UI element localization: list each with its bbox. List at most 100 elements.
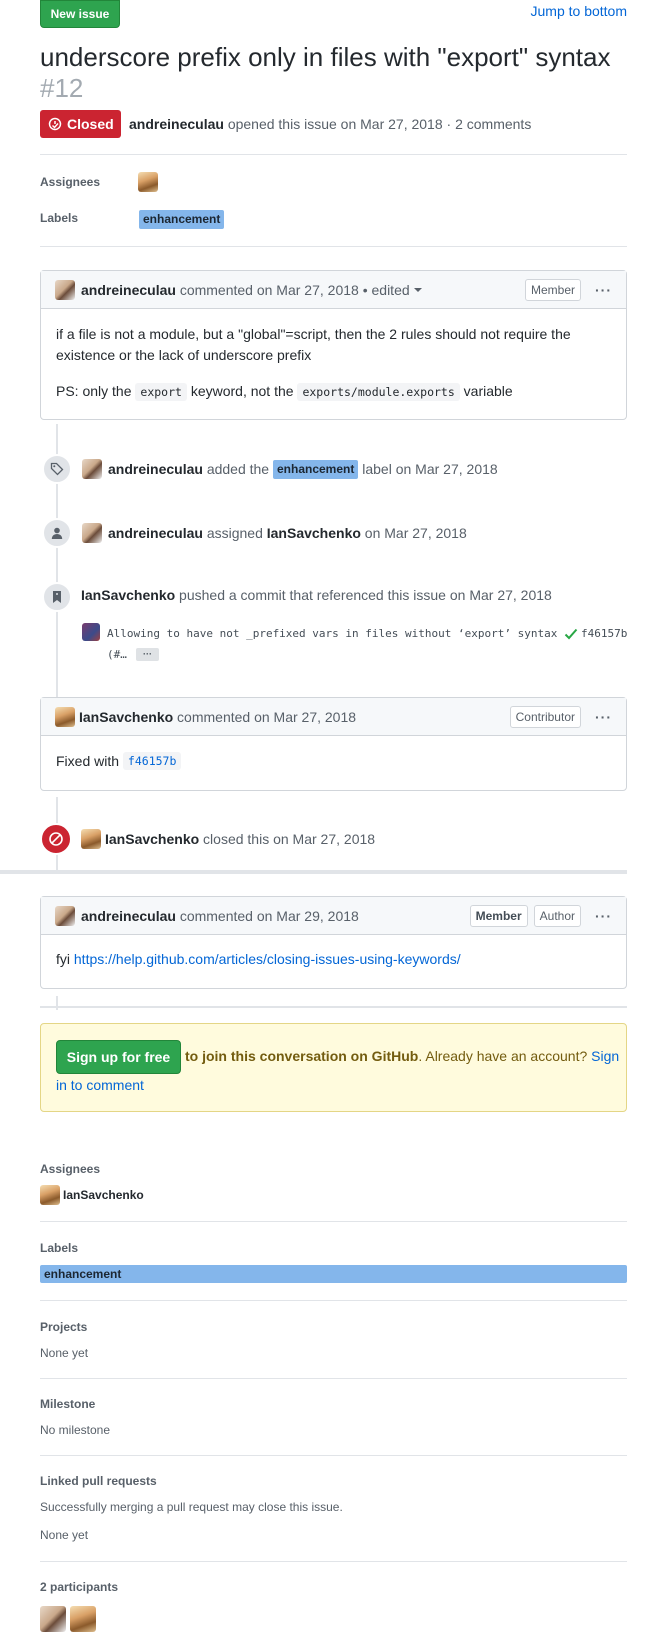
comment-text: Fixed with	[56, 753, 120, 769]
commit-sha-link[interactable]: f46157b	[581, 627, 627, 640]
comment-menu-icon[interactable]: ···	[595, 908, 612, 924]
assignees-heading: Assignees	[40, 175, 101, 189]
sidebar-linked-desc: Successfully merging a pull request may …	[40, 1500, 343, 1514]
labels-heading: Labels	[40, 211, 79, 225]
sidebar-milestone-heading[interactable]: Milestone	[40, 1397, 95, 1411]
comment-author[interactable]: andreineculau	[81, 282, 176, 298]
chevron-down-icon	[413, 287, 422, 292]
event-actor[interactable]: andreineculau	[108, 525, 203, 541]
sidebar-milestone-value: No milestone	[40, 1423, 111, 1437]
new-issue-label: New issue	[50, 7, 110, 21]
author-avatar[interactable]	[55, 279, 75, 300]
comment-timestamp[interactable]: commented on Mar 29, 2018	[180, 908, 359, 924]
issue-opened-meta: andreineculau opened this issue on Mar 2…	[129, 116, 531, 132]
member-badge: Member	[524, 278, 581, 301]
divider	[40, 1221, 627, 1222]
comment-author[interactable]: andreineculau	[81, 908, 176, 924]
sidebar-participants-heading: 2 participants	[40, 1580, 119, 1594]
ps-text: PS: only the	[56, 383, 132, 399]
edited-indicator[interactable]: • edited	[363, 282, 410, 298]
check-icon	[564, 628, 578, 640]
event-closed: IanSavchenko closed this on Mar 27, 2018	[81, 829, 375, 849]
comment-box: andreineculau commented on Mar 27, 2018 …	[40, 270, 627, 420]
sidebar-assignees-heading[interactable]: Assignees	[40, 1162, 100, 1176]
label-enhancement[interactable]: enhancement	[273, 459, 359, 479]
ps-text: variable	[463, 383, 513, 399]
person-icon	[42, 518, 72, 548]
event-actor[interactable]: IanSavchenko	[105, 831, 199, 847]
issue-closed-icon	[48, 117, 62, 131]
signin-link-cont[interactable]: in to comment	[56, 1077, 144, 1093]
event-action: added the	[206, 461, 270, 477]
sidebar-labels-heading[interactable]: Labels	[40, 1241, 78, 1255]
event-time: on Mar 27, 2018	[273, 831, 376, 847]
comment-timestamp[interactable]: commented on Mar 27, 2018	[177, 709, 356, 725]
member-badge: Member	[469, 904, 528, 927]
event-time: on Mar 27, 2018	[364, 525, 467, 541]
contributor-badge: Contributor	[509, 705, 581, 728]
sidebar-linked-heading[interactable]: Linked pull requests	[40, 1474, 157, 1488]
label-enhancement[interactable]: enhancement	[139, 210, 225, 229]
event-action: assigned	[206, 525, 263, 541]
comment-menu-icon[interactable]: ···	[595, 282, 612, 298]
event-assigned: andreineculau assigned IanSavchenko on M…	[82, 523, 467, 543]
new-issue-button[interactable]: New issue	[40, 0, 120, 28]
divider	[40, 1455, 627, 1456]
issue-opened-text: opened this issue on Mar 27, 2018 · 2 co…	[227, 116, 532, 132]
issue-author-link[interactable]: andreineculau	[129, 116, 224, 132]
comment-header: IanSavchenko commented on Mar 27, 2018 C…	[41, 698, 626, 736]
jump-to-bottom-link[interactable]: Jump to bottom	[531, 3, 628, 19]
closed-state-badge: Closed	[40, 110, 121, 138]
commit-sha-link[interactable]: f46157b	[122, 752, 182, 770]
comment-text-line: existence or the lack of underscore pref…	[56, 347, 312, 363]
signup-text-mid: . Already have an account?	[418, 1048, 588, 1064]
comment-menu-icon[interactable]: ···	[595, 709, 612, 725]
signup-button[interactable]: Sign up for free	[56, 1040, 181, 1074]
event-actor[interactable]: andreineculau	[108, 461, 203, 477]
author-badge: Author	[533, 904, 581, 927]
commit-message[interactable]: Allowing to have not _prefixed vars in f…	[107, 627, 557, 640]
participant-avatar[interactable]	[40, 1606, 66, 1632]
signup-button-label: Sign up for free	[66, 1049, 171, 1065]
issue-title: underscore prefix only in files with "ex…	[40, 42, 630, 104]
event-actor[interactable]: IanSavchenko	[81, 587, 175, 603]
event-time: label on Mar 27, 2018	[362, 461, 498, 477]
event-target[interactable]: IanSavchenko	[267, 525, 361, 541]
commit-author-avatar[interactable]	[82, 623, 100, 641]
author-avatar[interactable]	[55, 905, 75, 926]
actor-avatar[interactable]	[81, 829, 101, 849]
sidebar-label-enhancement[interactable]: enhancement	[40, 1265, 627, 1283]
timeline-end-line	[40, 1006, 627, 1008]
sidebar-assignee[interactable]: IanSavchenko	[40, 1185, 144, 1205]
sidebar-projects-heading[interactable]: Projects	[40, 1320, 87, 1334]
event-time: on Mar 27, 2018	[449, 587, 552, 603]
issue-number: #12	[40, 73, 84, 103]
assignee-avatar	[40, 1185, 60, 1205]
event-commit-reference: IanSavchenko pushed a commit that refere…	[81, 587, 552, 603]
comment-body: fyi https://help.github.com/articles/clo…	[41, 935, 626, 967]
inline-code: export	[135, 383, 187, 401]
event-action: closed this	[203, 831, 270, 847]
comment-box: andreineculau commented on Mar 29, 2018 …	[40, 896, 627, 989]
issue-title-text: underscore prefix only in files with "ex…	[40, 42, 611, 72]
expand-commit-button[interactable]: ···	[136, 648, 159, 661]
author-avatar[interactable]	[55, 706, 75, 727]
event-labeled: andreineculau added the enhancement labe…	[82, 459, 498, 479]
inline-code: exports/module.exports	[297, 383, 460, 401]
actor-avatar[interactable]	[82, 459, 102, 479]
comment-header: andreineculau commented on Mar 27, 2018 …	[41, 271, 626, 309]
participant-avatar[interactable]	[70, 1606, 96, 1632]
comment-author[interactable]: IanSavchenko	[79, 709, 173, 725]
docs-link[interactable]: https://help.github.com/articles/closing…	[74, 951, 461, 967]
circle-slash-icon	[40, 823, 72, 855]
comment-header: andreineculau commented on Mar 29, 2018 …	[41, 897, 626, 935]
comment-text-line: if a file is not a module, but a "global…	[56, 326, 571, 342]
closed-state-label: Closed	[67, 116, 114, 132]
assignee-avatar[interactable]	[138, 172, 158, 192]
comment-timestamp[interactable]: commented on Mar 27, 2018	[180, 282, 359, 298]
actor-avatar[interactable]	[82, 523, 102, 543]
assignee-name: IanSavchenko	[63, 1188, 144, 1202]
bookmark-icon	[42, 582, 72, 612]
signin-link[interactable]: Sign	[591, 1048, 619, 1064]
tag-icon	[42, 454, 72, 484]
